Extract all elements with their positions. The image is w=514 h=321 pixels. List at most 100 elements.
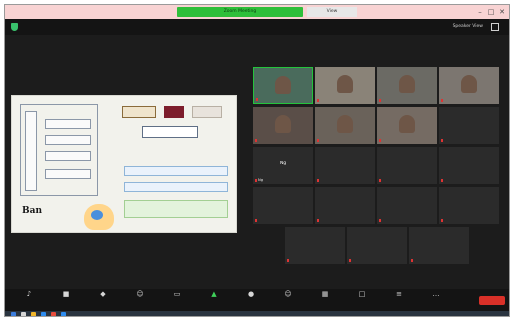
slide-title-box	[142, 126, 198, 138]
start-icon[interactable]	[11, 312, 16, 316]
participant-tile[interactable]	[253, 67, 313, 104]
participant-name-label	[379, 138, 435, 143]
participant-name-label	[255, 138, 311, 143]
meeting-top-bar: Speaker View	[5, 19, 509, 35]
institution-seal-icon	[164, 106, 184, 118]
minimize-icon[interactable]: –	[475, 7, 485, 17]
more-icon: …	[432, 290, 440, 298]
slide-logo-text: Ban	[22, 206, 42, 216]
participant-tile[interactable]	[253, 107, 313, 144]
participant-video-icon	[275, 76, 291, 94]
slide-item	[45, 119, 91, 129]
slide-item	[45, 169, 91, 179]
toolbar-button[interactable]: …	[418, 291, 454, 298]
participant-name-label	[317, 218, 373, 223]
browser-icon[interactable]	[41, 312, 46, 316]
participant-video-icon	[275, 115, 291, 133]
participant-tile[interactable]	[409, 227, 469, 264]
chat-icon: ▭	[173, 290, 181, 298]
gallery-grid-icon[interactable]	[491, 23, 499, 31]
shield-icon: ◆	[100, 290, 106, 298]
institution-logo-icon	[122, 106, 156, 118]
toolbar-button[interactable]: ●	[233, 291, 269, 298]
record-icon: ●	[247, 290, 255, 298]
participant-name-label	[287, 258, 343, 263]
participant-tile[interactable]	[439, 107, 499, 144]
toolbar-button[interactable]: ▭	[159, 291, 195, 298]
speaker-view-button[interactable]: Speaker View	[453, 23, 483, 31]
participant-tile[interactable]	[377, 67, 437, 104]
participant-tile[interactable]	[315, 67, 375, 104]
participant-video-icon	[461, 75, 477, 93]
partner-logo-icon	[192, 106, 222, 118]
slide-logo-strip	[122, 104, 228, 120]
toolbar-button[interactable]: ≡	[381, 291, 417, 298]
shared-screen-slide: Ban	[11, 95, 237, 233]
view-menu-button[interactable]: View	[307, 7, 357, 17]
participant-name-label	[441, 218, 497, 223]
folder-icon[interactable]	[31, 312, 36, 316]
toolbar-button[interactable]: ☺	[122, 291, 158, 298]
participant-name-label	[317, 98, 373, 103]
end-meeting-button[interactable]	[479, 296, 505, 305]
participant-tile[interactable]	[377, 187, 437, 224]
participant-center-name: Ng	[279, 161, 287, 166]
participant-name-label: Ng	[255, 178, 311, 183]
slide-diagram-panel	[20, 104, 98, 196]
participant-name-label	[317, 178, 373, 183]
participant-tile[interactable]	[253, 187, 313, 224]
meeting-toolbar: ♪ ■ ◆ ☺ ▭ ▲ ● ☺ ▦ □ ≡ …	[5, 289, 509, 311]
participant-name-label	[411, 258, 467, 263]
participant-name-label	[255, 218, 311, 223]
participant-name-label	[317, 138, 373, 143]
participant-tile[interactable]	[439, 67, 499, 104]
participant-tile[interactable]	[315, 147, 375, 184]
participant-name-label	[441, 178, 497, 183]
participant-tile[interactable]	[347, 227, 407, 264]
maximize-icon[interactable]: □	[486, 7, 496, 17]
participant-name-label	[379, 218, 435, 223]
toolbar-button[interactable]: ▦	[307, 291, 343, 298]
participant-tile[interactable]	[315, 187, 375, 224]
participant-tile[interactable]	[439, 147, 499, 184]
participant-video-icon	[337, 115, 353, 133]
search-icon[interactable]	[21, 312, 26, 316]
participant-tile[interactable]	[315, 107, 375, 144]
toolbar-button[interactable]: ■	[48, 291, 84, 298]
brain-illustration-icon	[84, 204, 114, 230]
participant-name-label	[379, 98, 435, 103]
participant-tile[interactable]	[377, 107, 437, 144]
share-screen-icon: ▲	[211, 290, 217, 298]
microphone-icon: ♪	[26, 290, 32, 298]
slide-content-box	[124, 182, 228, 192]
slide-item	[45, 135, 91, 145]
title-bar: Zoom Meeting View – □ ✕	[5, 5, 509, 19]
whiteboard-icon: □	[358, 290, 366, 298]
participant-video-icon	[399, 115, 415, 133]
os-taskbar	[5, 311, 509, 316]
close-icon[interactable]: ✕	[497, 7, 507, 17]
app-icon[interactable]	[51, 312, 56, 316]
participant-video-icon	[399, 75, 415, 93]
participant-name-label	[441, 98, 497, 103]
participant-tile[interactable]	[439, 187, 499, 224]
participant-tile[interactable]: Ng Ng	[253, 147, 313, 184]
slide-vertical-box	[25, 111, 37, 191]
apps-icon: ▦	[321, 290, 329, 298]
zoom-app-icon[interactable]	[61, 312, 66, 316]
toolbar-button[interactable]: ☺	[270, 291, 306, 298]
participant-name-label	[349, 258, 405, 263]
toolbar-button[interactable]: ◆	[85, 291, 121, 298]
toolbar-button[interactable]: □	[344, 291, 380, 298]
meeting-title-tab[interactable]: Zoom Meeting	[177, 7, 303, 17]
toolbar-button[interactable]: ♪	[11, 291, 47, 298]
security-shield-icon[interactable]	[11, 23, 18, 31]
participants-icon: ☺	[136, 290, 144, 298]
participant-name-label	[379, 178, 435, 183]
toolbar-button[interactable]: ▲	[196, 291, 232, 298]
participant-tile[interactable]	[377, 147, 437, 184]
slide-content-box	[124, 200, 228, 218]
participant-name-label	[256, 97, 310, 102]
camera-icon: ■	[62, 290, 70, 298]
participant-tile[interactable]	[285, 227, 345, 264]
